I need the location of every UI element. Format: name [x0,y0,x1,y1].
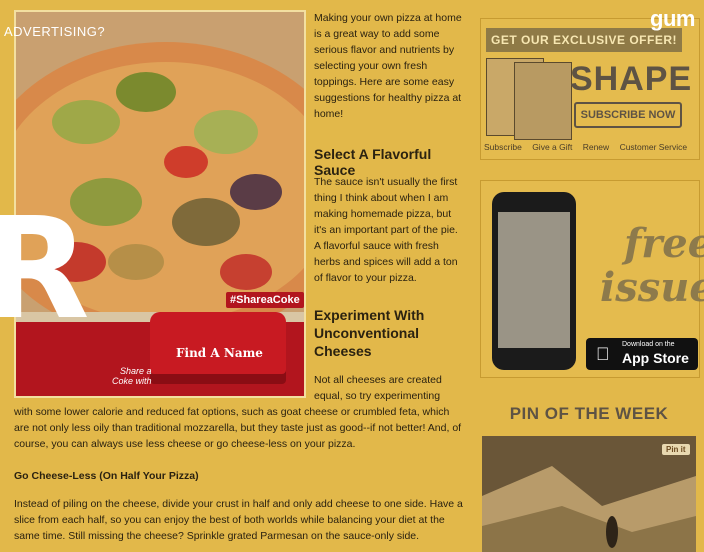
pin-it-button[interactable]: Pin it [662,444,690,455]
section-heading-cheese-less: Go Cheese-Less (On Half Your Pizza) [14,470,199,482]
appstore-download-label: Download on the [622,341,675,348]
link-subscribe[interactable]: Subscribe [484,142,522,152]
app-store-badge[interactable]:  Download on the App Store [586,338,698,370]
phone-screen [498,212,570,348]
gum-logo[interactable]: gum [650,6,695,32]
section-body-cheeses-start: Not all cheeses are created equal, so tr… [314,374,442,402]
subscribe-links: Subscribe Give a Gift Renew Customer Ser… [484,142,695,152]
section-body-sauce: The sauce isn't usually the first thing … [314,176,458,284]
appstore-label: App Store [622,350,689,366]
section-heading-cheeses: Experiment With Unconventional Cheeses [314,307,425,359]
section-body-cheeses-rest: with some lower calorie and reduced fat … [14,406,462,450]
sidebar: GET OUR EXCLUSIVE OFFER! SHAPE SUBSCRIBE… [472,0,704,552]
free-issue-text[interactable]: free issue! [600,222,704,310]
magazine-cover-2 [514,62,572,140]
issue-word: issue! [600,264,704,311]
subscribe-now-button[interactable]: SUBSCRIBE NOW [574,102,682,128]
partial-letter-graphic: R [0,188,90,351]
free-word: free [624,220,704,267]
link-customer-service[interactable]: Customer Service [620,142,688,152]
section-body-cheese-less: Instead of piling on the cheese, divide … [14,498,463,542]
link-give-gift[interactable]: Give a Gift [532,142,572,152]
advertising-label[interactable]: ADVERTISING? [4,24,105,39]
shape-logo[interactable]: SHAPE [570,60,692,99]
article-intro: Making your own pizza at home is a great… [314,12,462,120]
coke-find-name-button[interactable]: Find A Name [176,346,263,360]
coke-tagline: Share a Coke with [112,366,152,386]
coke-hashtag[interactable]: #ShareaCoke [226,292,304,308]
apple-icon:  [596,344,610,365]
link-renew[interactable]: Renew [583,142,609,152]
pin-of-week-title: PIN OF THE WEEK [509,404,669,423]
